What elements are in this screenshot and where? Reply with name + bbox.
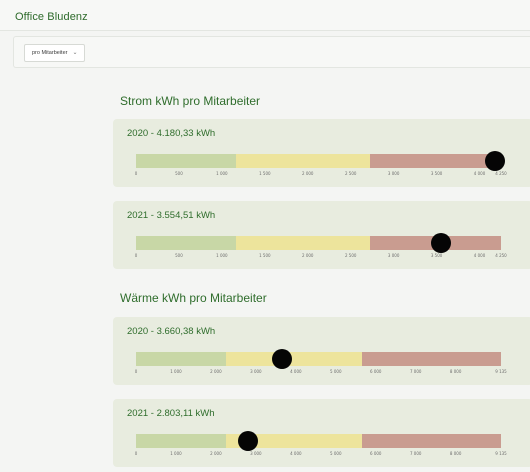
filter-toolbar: pro Mitarbeiter ⌄ (13, 36, 530, 68)
gauge-tick-label: 3 000 (250, 451, 262, 456)
gauge-tick-label: 1 000 (170, 451, 182, 456)
gauge-tick-label: 9 135 (495, 451, 507, 456)
section-title-strom: Strom kWh pro Mitarbeiter (120, 94, 261, 108)
app-title: Office Bludenz (15, 11, 88, 23)
gauge-zone-good (136, 236, 237, 250)
gauge-zone-good (136, 154, 237, 168)
gauge-tick-label: 3 000 (250, 369, 262, 374)
gauge-tick-label: 4 000 (290, 369, 302, 374)
gauge-tick-label: 2 000 (302, 171, 314, 176)
gauge-zone-good (136, 352, 226, 366)
gauge-value-marker (485, 151, 506, 171)
gauge-tick-label: 0 (134, 171, 138, 176)
gauge-tick-label: 1 000 (216, 171, 228, 176)
gauge-tick-label: 1 500 (259, 253, 271, 258)
gauge-tick-label: 2 500 (344, 171, 357, 176)
gauge-tick-label: 0 (134, 253, 138, 258)
gauge-tick-label: 3 500 (430, 253, 443, 258)
chevron-down-icon: ⌄ (72, 50, 78, 56)
gauge-tick-label: 8 000 (449, 369, 462, 374)
gauge-card-title: 2021 - 2.803,11 kWh (127, 408, 215, 419)
gauge-tick-label: 6 000 (370, 369, 382, 374)
gauge-tick-label: 3 500 (430, 171, 443, 176)
gauge-zone-medium (236, 236, 370, 250)
gauge-tick-label: 6 000 (370, 451, 382, 456)
gauge-zone-medium (236, 154, 370, 168)
gauge-card-title: 2021 - 3.554,51 kWh (127, 210, 216, 221)
gauge-card-title: 2020 - 3.660,38 kWh (127, 326, 216, 337)
gauge-zone-high (362, 434, 501, 448)
gauge-tick-label: 2 000 (210, 369, 222, 374)
gauge-tick-label: 4 250 (495, 171, 507, 176)
gauge-tick-label: 1 000 (216, 253, 228, 258)
gauge-card-strom-2021: 2021 - 3.554,51 kWh 0 500 1 000 1 500 2 000 2… (113, 201, 530, 269)
gauge-tick-label: 3 000 (387, 253, 400, 258)
gauge-card-title: 2020 - 4.180,33 kWh (127, 128, 216, 139)
gauge-tick-label: 4 000 (473, 171, 486, 176)
gauge-tick-label: 4 000 (473, 253, 486, 258)
gauge-zone-medium (225, 352, 363, 366)
gauge-tick-label: 2 000 (210, 451, 222, 456)
gauge-bar (136, 431, 501, 451)
gauge-tick-label: 9 135 (495, 369, 507, 374)
gauge-bar (136, 233, 501, 253)
gauge-value-marker (272, 349, 293, 369)
gauge-card-strom-2020: 2020 - 4.180,33 kWh 0 500 1 000 1 500 2 000 2… (113, 119, 530, 187)
gauge-tick-label: 2 000 (302, 253, 314, 258)
gauge-tick-label: 2 500 (344, 253, 357, 258)
gauge-tick-label: 4 250 (495, 253, 507, 258)
gauge-tick-label: 500 (175, 171, 183, 176)
gauge-value-marker (431, 233, 452, 253)
metric-select[interactable]: pro Mitarbeiter ⌄ (24, 44, 85, 62)
gauge-bar (136, 349, 501, 369)
title-bar: Office Bludenz (0, 0, 530, 31)
gauge-card-waerme-2020: 2020 - 3.660,38 kWh 0 1 000 2 000 3 000 4 00… (113, 317, 530, 385)
metric-select-value: pro Mitarbeiter (32, 50, 68, 56)
gauge-tick-label: 5 000 (330, 369, 342, 374)
gauge-tick-label: 3 000 (387, 171, 400, 176)
gauge-tick-label: 1 000 (170, 369, 182, 374)
gauge-tick-label: 500 (175, 253, 183, 258)
gauge-tick-label: 7 000 (409, 369, 422, 374)
gauge-zone-high (369, 154, 501, 168)
gauge-tick-label: 1 500 (259, 171, 271, 176)
gauge-tick-label: 4 000 (290, 451, 302, 456)
gauge-zone-good (136, 434, 226, 448)
gauge-tick-label: 5 000 (330, 451, 342, 456)
gauge-zone-high (362, 352, 501, 366)
gauge-tick-label: 8 000 (449, 451, 462, 456)
section-title-waerme: Wärme kWh pro Mitarbeiter (120, 291, 267, 305)
gauge-tick-label: 0 (134, 451, 138, 456)
gauge-tick-label: 7 000 (409, 451, 422, 456)
gauge-bar (136, 151, 506, 171)
gauge-tick-label: 0 (134, 369, 138, 374)
gauge-value-marker (238, 431, 258, 451)
gauge-card-waerme-2021: 2021 - 2.803,11 kWh 0 1 000 2 000 3 000 4 00… (113, 399, 530, 467)
